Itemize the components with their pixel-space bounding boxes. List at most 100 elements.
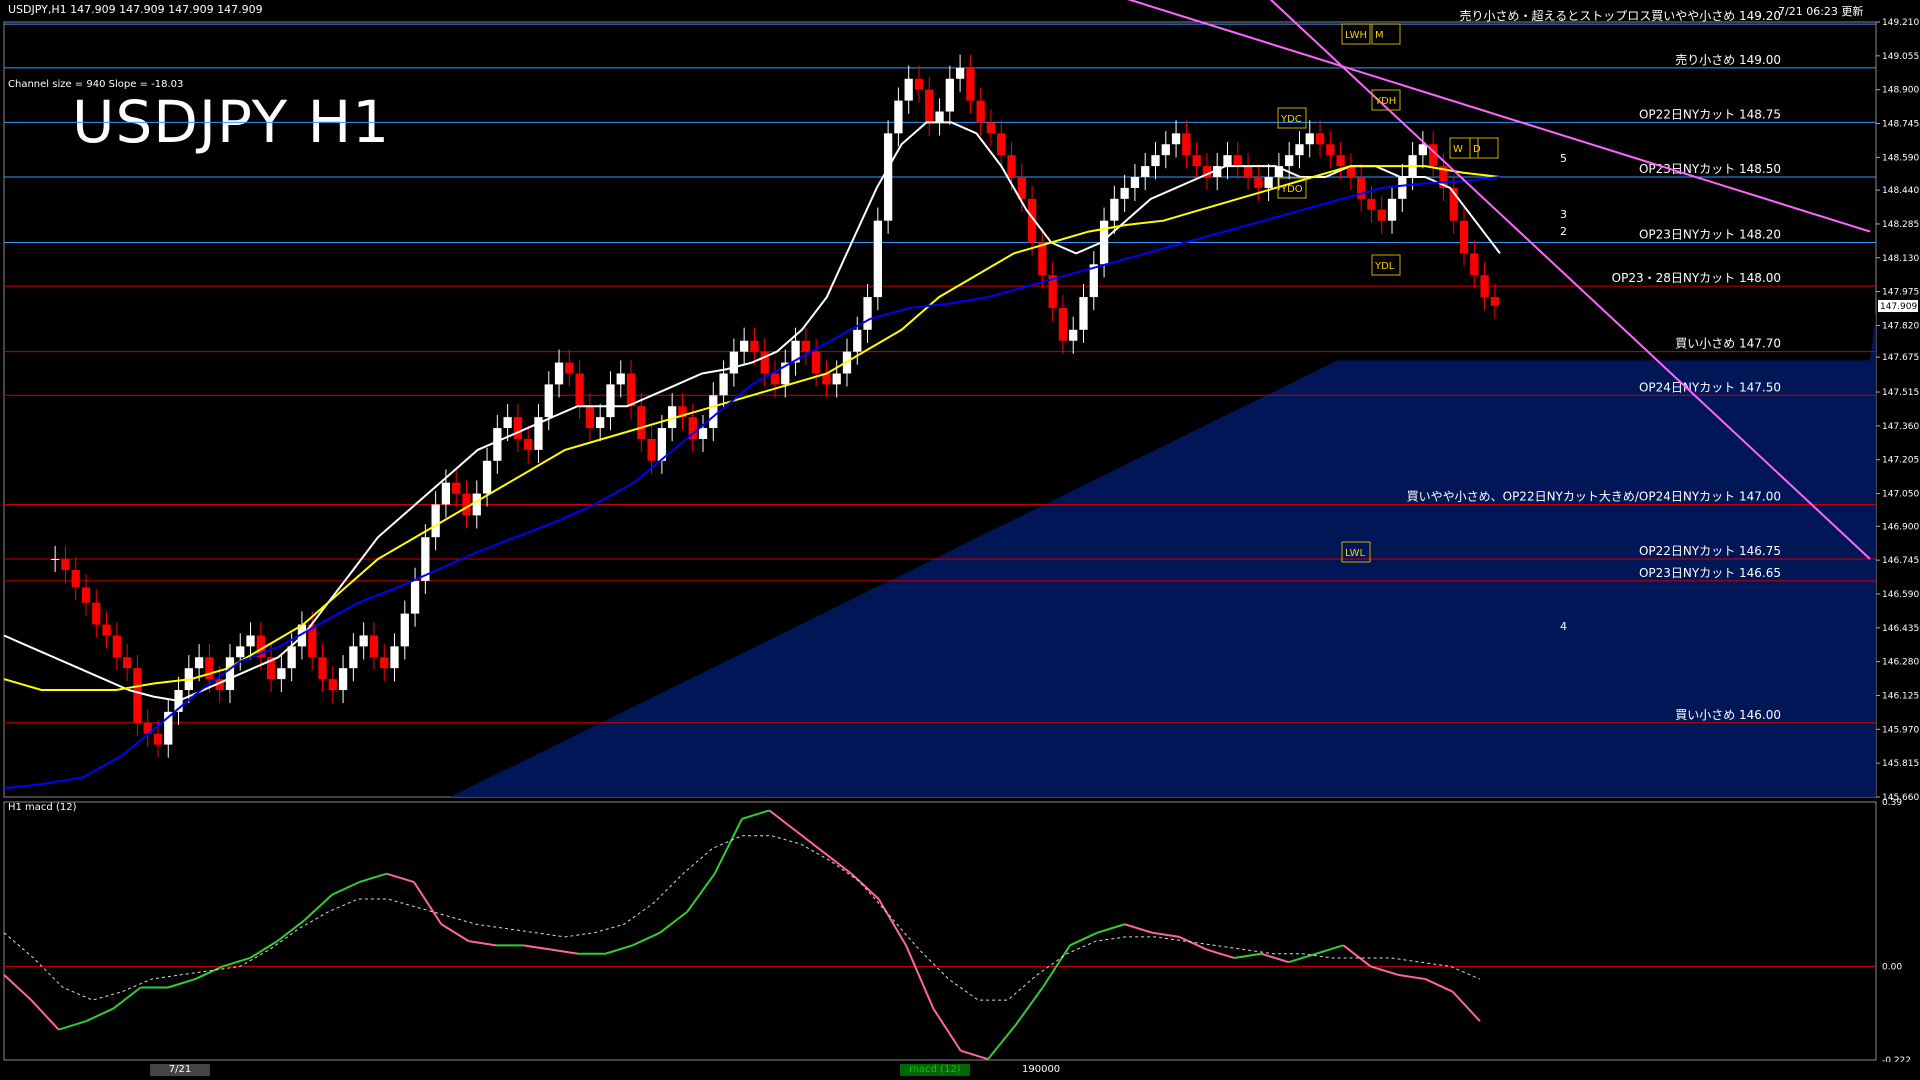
price-level-label: 売り小さめ 149.00 [1675, 52, 1781, 67]
y-tick-label: 149.210 [1882, 18, 1919, 28]
candle-body [709, 395, 718, 429]
macd-segment [276, 919, 306, 942]
candle-body [338, 668, 348, 691]
candle-body [1110, 198, 1119, 221]
candle-body [1295, 144, 1304, 156]
macd-segment [1315, 944, 1344, 955]
candle-body [616, 373, 625, 385]
wave-label: 4 [1560, 620, 1567, 633]
candle-body [513, 417, 523, 439]
macd-segment [523, 944, 551, 951]
macd-segment [632, 931, 661, 947]
candle-body [1233, 155, 1242, 167]
candle-body [1161, 144, 1170, 156]
macd-segment [440, 923, 470, 942]
wave-label: 3 [1560, 208, 1567, 221]
macd-segment [386, 872, 415, 884]
candle-body [945, 78, 954, 112]
price-level-label: OP23日NYカット 146.65 [1639, 566, 1781, 580]
macd-segment [1288, 952, 1317, 964]
y-tick-label: 148.590 [1882, 153, 1919, 163]
candle-body [740, 340, 749, 352]
macd-segment [468, 940, 497, 947]
y-tick-label: 146.125 [1882, 691, 1919, 701]
macd-segment [249, 940, 278, 959]
macd-segment [960, 1049, 989, 1061]
candle-body [318, 657, 327, 680]
candle-body [894, 100, 903, 134]
macd-segment [167, 978, 196, 989]
candle-body [698, 428, 708, 439]
y-tick-label: 146.435 [1882, 624, 1919, 634]
candle-body [883, 133, 893, 221]
y-tick-label: 148.130 [1882, 254, 1919, 264]
candle-body [976, 100, 985, 123]
macd-segment [1261, 952, 1289, 964]
candle-body [647, 438, 656, 461]
candle-body [380, 657, 389, 669]
marker-label: LWL [1345, 548, 1366, 559]
candle-body [359, 635, 368, 647]
y-tick-label: 145.970 [1882, 725, 1919, 735]
y-tick-label: 147.515 [1882, 388, 1919, 398]
candle-body [1243, 166, 1253, 177]
marker-label: YDC [1280, 114, 1302, 125]
candle-body [1326, 144, 1335, 156]
candle-body [626, 373, 636, 407]
candle-body [637, 406, 646, 439]
candle-body [482, 460, 492, 494]
macd-segment [112, 986, 142, 1010]
candle-body [1367, 198, 1376, 210]
macd-segment [3, 974, 33, 1001]
candle-body [1398, 177, 1407, 199]
candle-body [61, 559, 70, 570]
marker-label: YDO [1280, 184, 1303, 195]
candle-body [873, 220, 882, 298]
macd-segment [1424, 978, 1454, 993]
candle-body [51, 559, 60, 561]
y-tick-label: 145.815 [1882, 759, 1919, 769]
macd-segment [1069, 931, 1098, 947]
volume-label: 190000 [1022, 1064, 1061, 1075]
macd-y-label: 0.39 [1882, 798, 1902, 808]
macd-segment [550, 948, 579, 955]
candle-body [832, 373, 841, 385]
candle-body [1336, 155, 1345, 167]
y-tick-label: 147.050 [1882, 490, 1919, 500]
macd-segment [659, 910, 688, 934]
candle-body [853, 329, 862, 352]
candle-body [596, 417, 605, 429]
candle-body [914, 78, 924, 90]
candle-body [554, 362, 564, 385]
candle-body [462, 493, 471, 516]
candle-body [153, 733, 163, 745]
tab-date[interactable]: 7/21 [150, 1064, 210, 1076]
candle-body [1459, 220, 1469, 254]
marker-label: YDH [1374, 96, 1396, 107]
candle-body [410, 580, 420, 614]
price-level-label: OP22日NYカット 148.75 [1639, 107, 1781, 121]
candle-body [524, 438, 533, 450]
price-level-label: OP23日NYカット 148.50 [1639, 162, 1781, 176]
tab-macd[interactable]: macd (12) [900, 1064, 970, 1076]
candle-body [1079, 297, 1088, 330]
candle-body [801, 340, 810, 352]
candle-body [1058, 307, 1068, 341]
candle-body [750, 340, 759, 352]
candle-body [1480, 275, 1489, 298]
marker-label: D [1473, 144, 1481, 155]
price-level-label: OP22日NYカット 146.75 [1639, 544, 1781, 558]
y-tick-label: 149.055 [1882, 52, 1919, 62]
price-level-label: OP23日NYカット 148.20 [1639, 227, 1781, 241]
price-level-label: 買いやや小さめ、OP22日NYカット大きめ/OP24日NYカット 147.00 [1407, 489, 1781, 503]
macd-segment [1342, 944, 1372, 968]
macd-segment [58, 1020, 87, 1031]
candle-body [112, 635, 121, 658]
price-level-label: 売り小さめ・超えるとストップロス買いやや小さめ 149.20 [1460, 8, 1781, 23]
candle-body [493, 428, 502, 461]
candle-body [1069, 329, 1078, 341]
candle-body [194, 657, 204, 669]
candle-body [1377, 209, 1386, 221]
wave-label: 5 [1560, 152, 1567, 165]
y-tick-label: 147.975 [1882, 288, 1919, 298]
